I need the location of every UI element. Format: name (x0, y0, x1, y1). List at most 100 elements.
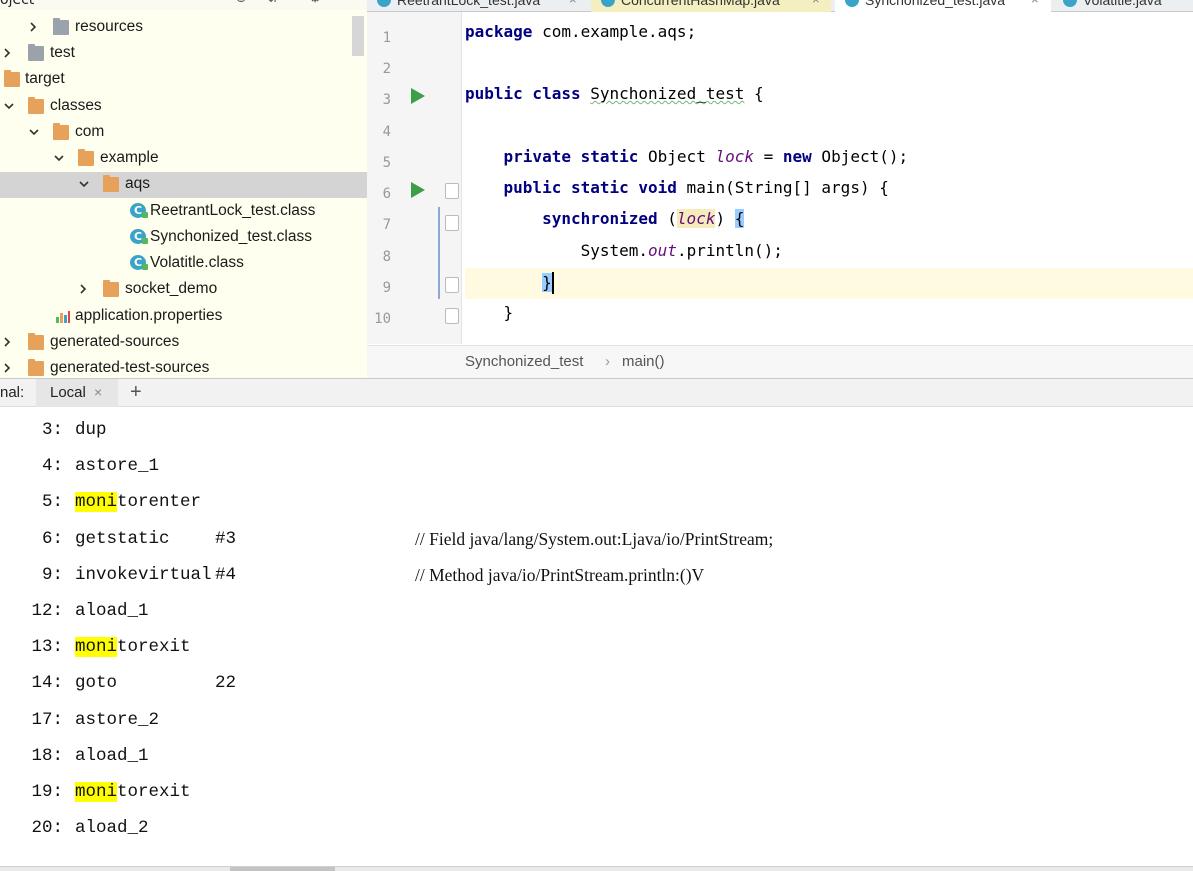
code-line-7[interactable]: synchronized (lock) { (465, 209, 1193, 240)
tab-volatitle[interactable]: Volatitle.java (1053, 0, 1193, 12)
close-icon[interactable]: × (812, 0, 820, 7)
code-line-5[interactable]: private static Object lock = new Object(… (465, 147, 1193, 178)
tree-item-aqs[interactable]: aqs (0, 172, 367, 198)
tree-item-label: com (75, 123, 105, 140)
line-number: 3 (382, 92, 391, 108)
fold-marker-icon[interactable] (445, 183, 459, 199)
gear-icon[interactable]: ⚙ (306, 0, 324, 8)
close-icon[interactable]: × (94, 384, 102, 400)
tree-item-volatitle-class[interactable]: C Volatitle.class (0, 251, 367, 277)
instruction-text: torenter (117, 492, 202, 513)
keyword: private static (503, 147, 639, 166)
tree-item-generated-test-sources[interactable]: generated-test-sources (0, 356, 367, 378)
project-panel-header: oject ⊕ ⇵ ⚙ — (0, 0, 367, 10)
line-number: 2 (382, 61, 391, 77)
chevron-right-icon[interactable] (0, 333, 14, 351)
code-line-3[interactable]: public class Synchonized_test { (465, 84, 1193, 115)
chevron-down-icon[interactable] (77, 175, 91, 193)
tree-item-target[interactable]: target (0, 67, 367, 93)
code-text: com.example.aqs; (532, 22, 697, 41)
hide-icon[interactable]: — (340, 0, 358, 8)
tab-local[interactable]: Local × (36, 379, 118, 407)
bytecode-offset: 13: (31, 637, 63, 658)
tab-synchonized-test[interactable]: Synchonized_test.java × (835, 0, 1051, 12)
breadcrumb-class[interactable]: Synchonized_test (465, 353, 583, 370)
breadcrumb-method[interactable]: main() (622, 353, 665, 370)
tab-local-label: Local (50, 384, 86, 401)
bytecode-offset: 4: (41, 456, 63, 477)
class-file-icon: C (130, 203, 148, 218)
code-line-10[interactable]: } (465, 303, 1193, 334)
chevron-right-icon[interactable] (0, 359, 14, 377)
bytecode-instruction: aload_1 (75, 746, 149, 766)
scrollbar-thumb[interactable] (230, 867, 335, 871)
instruction-text: aload_1 (75, 601, 149, 621)
globe-icon[interactable]: ⊕ (232, 0, 250, 8)
instruction-comment: // Method java/io/PrintStream.println:()… (415, 564, 705, 585)
class-file-icon: C (130, 229, 148, 244)
fold-marker-icon[interactable] (445, 277, 459, 293)
collapse-all-icon[interactable]: ⇵ (264, 0, 282, 8)
close-icon[interactable]: × (1031, 0, 1039, 7)
bytecode-offset: 18: (31, 745, 63, 766)
fold-marker-icon[interactable] (445, 308, 459, 324)
line-number: 8 (382, 249, 391, 265)
tree-item-example[interactable]: example (0, 146, 367, 172)
code-text: .println(); (676, 241, 783, 260)
instruction-operand: #3 (215, 528, 237, 549)
instruction-text: astore_1 (75, 456, 160, 477)
bytecode-offset: 6: (41, 528, 63, 549)
tree-item-label: example (100, 149, 159, 166)
chevron-down-icon[interactable] (27, 123, 41, 141)
line-number: 4 (382, 124, 391, 140)
bytecode-instruction: aload_1 (75, 601, 149, 621)
tab-reetrantlock-test[interactable]: ReetrantLock_test.java × (367, 0, 589, 12)
chevron-right-icon[interactable] (0, 44, 14, 62)
tree-item-generated-sources[interactable]: generated-sources (0, 330, 367, 356)
terminal-output[interactable]: 3: dup 4: astore_1 5: monitorenter 6: getstatic… (0, 407, 1193, 867)
run-main-icon[interactable] (411, 182, 425, 198)
tree-item-classes[interactable]: classes (0, 94, 367, 120)
chevron-right-icon[interactable] (76, 280, 90, 298)
fold-marker-icon[interactable] (445, 215, 459, 231)
bytecode-instruction: monitorenter (75, 492, 202, 513)
search-highlight: moni (75, 637, 118, 658)
chevron-down-icon[interactable] (2, 97, 16, 115)
add-terminal-button[interactable]: + (130, 381, 142, 404)
project-panel-title: oject (0, 0, 35, 8)
horizontal-scrollbar[interactable] (0, 866, 1193, 871)
bytecode-instruction: astore_2 (75, 710, 159, 730)
folder-icon (28, 333, 44, 350)
bytecode-instruction: dup (75, 420, 107, 440)
folder-icon (4, 70, 20, 87)
tab-concurrenthashmap[interactable]: ConcurrentHashMap.java × (591, 0, 831, 12)
chevron-down-icon[interactable] (52, 149, 66, 167)
close-icon[interactable]: × (569, 0, 577, 7)
code-text: ( (657, 209, 677, 228)
tree-item-label: ReetrantLock_test.class (150, 202, 316, 219)
code-line-1[interactable]: package com.example.aqs; (465, 22, 1193, 53)
bytecode-offset: 19: (31, 782, 63, 802)
code-line-9[interactable]: } (465, 268, 1193, 299)
tree-item-reetrantlock-class[interactable]: C ReetrantLock_test.class (0, 199, 367, 225)
run-class-icon[interactable] (411, 88, 425, 104)
tree-item-resources[interactable]: resources (0, 15, 367, 41)
instruction-text: aload_2 (75, 818, 149, 839)
static-field: lock (676, 209, 716, 228)
tab-label: ReetrantLock_test.java (397, 0, 541, 8)
keyword: package (465, 22, 533, 41)
tree-item-label: application.properties (75, 307, 223, 324)
folder-icon (103, 280, 119, 297)
instruction-operand: #4 (215, 564, 237, 585)
tree-item-label: classes (50, 97, 102, 114)
tree-scrollbar[interactable] (352, 16, 364, 56)
bytecode-offset: 12: (31, 601, 63, 621)
tree-item-application-properties[interactable]: application.properties (0, 304, 367, 330)
tree-item-com[interactable]: com (0, 120, 367, 146)
tree-item-socket-demo[interactable]: socket_demo (0, 277, 367, 303)
tree-item-test[interactable]: test (0, 41, 367, 67)
chevron-right-icon[interactable] (26, 18, 40, 36)
code-line-6[interactable]: public static void main(String[] args) { (465, 178, 1193, 209)
tree-item-label: generated-sources (50, 333, 180, 350)
tree-item-synchonized-class[interactable]: C Synchonized_test.class (0, 225, 367, 251)
